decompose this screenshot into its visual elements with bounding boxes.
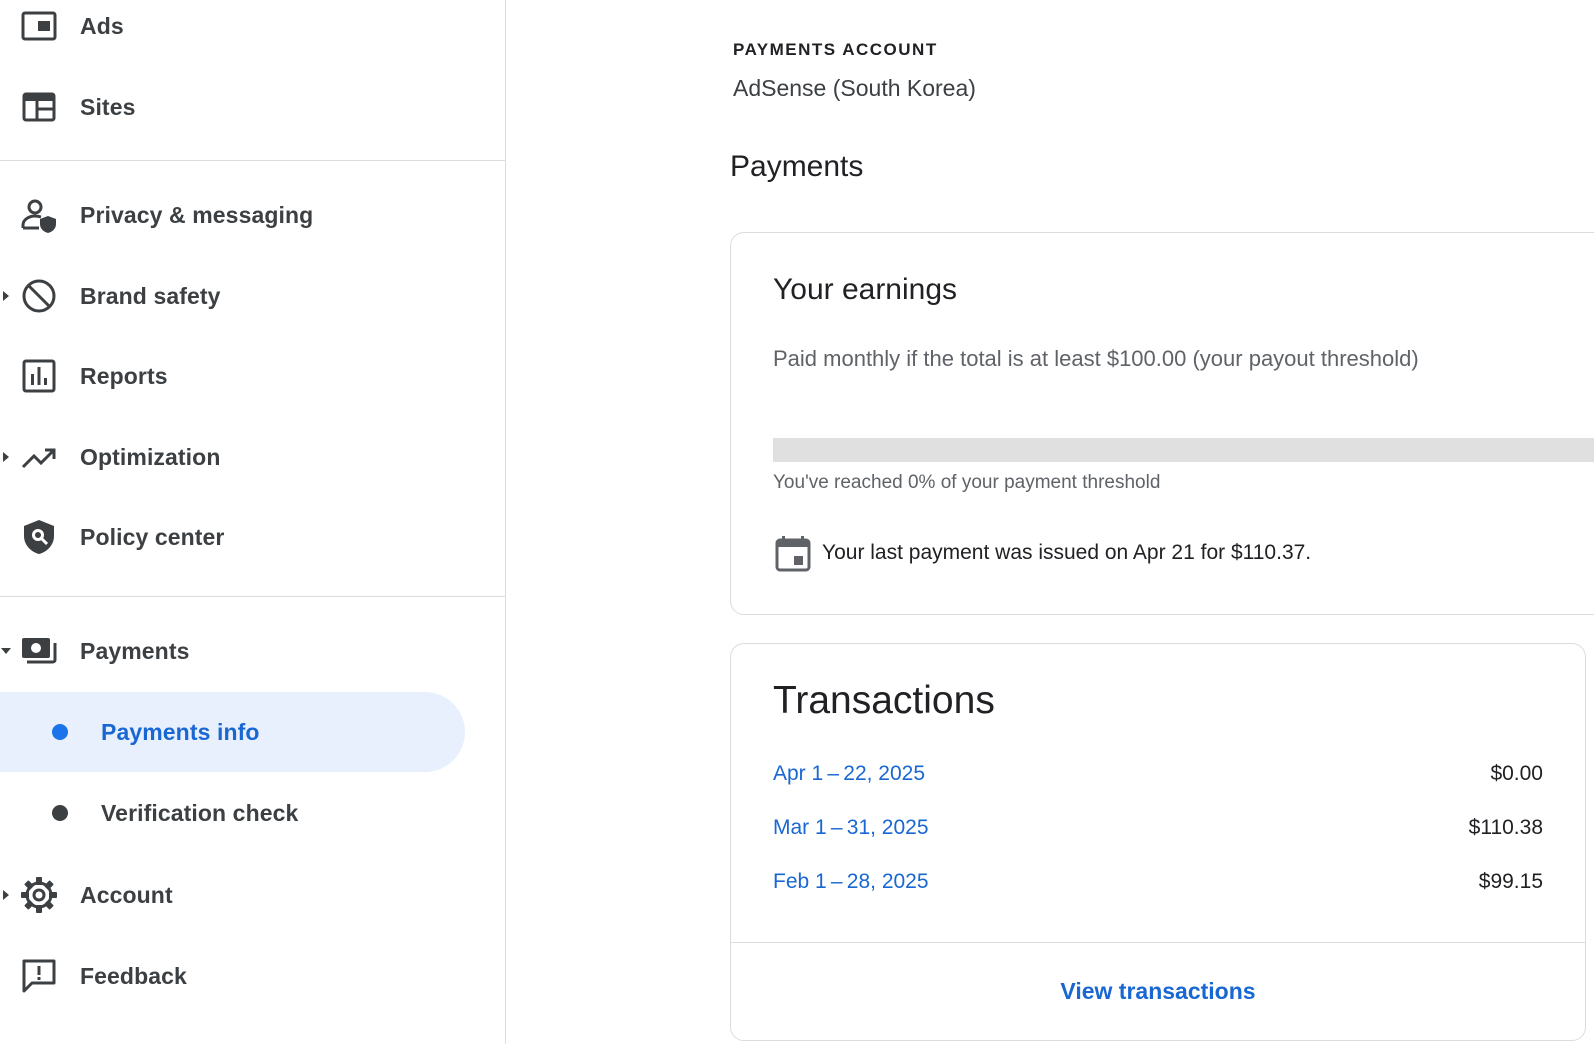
collapse-caret-icon[interactable] [1,648,11,654]
sidebar-item-label: Feedback [80,962,187,989]
payments-account-eyebrow: PAYMENTS ACCOUNT [733,40,938,59]
sidebar-item-feedback[interactable]: Feedback [0,936,465,1016]
expand-caret-icon[interactable] [3,452,9,462]
transaction-period-link[interactable]: Apr 1 – 22, 2025 [773,762,925,786]
calendar-icon [773,533,813,573]
account-name: AdSense (South Korea) [733,75,976,101]
sidebar-item-label: Policy center [80,523,225,550]
sidebar-item-ads[interactable]: Ads [0,0,465,66]
sidebar-item-policy-center[interactable]: Policy center [0,497,465,577]
page-title: Payments [730,150,864,183]
sidebar-item-privacy[interactable]: Privacy & messaging [0,175,465,255]
transactions-title: Transactions [773,679,995,722]
sites-icon [20,88,58,126]
threshold-progress-bar [773,438,1594,462]
bullet-dot-icon [52,805,68,821]
bar-chart-icon [20,357,58,395]
sidebar-item-label: Payments info [101,718,260,745]
transaction-period-link[interactable]: Feb 1 – 28, 2025 [773,870,929,894]
gear-icon [20,876,58,914]
privacy-icon [20,196,58,234]
sidebar-item-reports[interactable]: Reports [0,336,465,416]
earnings-subtitle: Paid monthly if the total is at least $1… [773,346,1419,371]
sidebar-item-label: Sites [80,93,136,120]
shield-search-icon [20,518,58,556]
sidebar-item-label: Account [80,881,173,908]
sidebar-item-label: Reports [80,362,168,389]
sidebar-item-label: Ads [80,12,124,39]
earnings-title: Your earnings [773,273,958,306]
trending-up-icon [20,438,58,476]
sidebar-item-label: Privacy & messaging [80,201,314,228]
sidebar-item-payments[interactable]: Payments [0,611,465,691]
sidebar-item-verification-check[interactable]: Verification check [0,773,465,853]
last-payment-text: Your last payment was issued on Apr 21 f… [822,541,1312,564]
sidebar-divider [0,596,505,597]
transaction-amount: $0.00 [1490,762,1543,785]
sidebar-item-label: Payments [80,637,190,664]
expand-caret-icon[interactable] [3,890,9,900]
progress-caption: You've reached 0% of your payment thresh… [773,472,1161,493]
transaction-period-link[interactable]: Mar 1 – 31, 2025 [773,816,929,840]
sidebar-item-brand-safety[interactable]: Brand safety [0,256,465,336]
sidebar-item-account[interactable]: Account [0,855,465,935]
sidebar-item-optimization[interactable]: Optimization [0,417,465,497]
block-icon [20,277,58,315]
transaction-amount: $110.38 [1468,816,1543,839]
feedback-icon [20,957,58,995]
bullet-dot-icon [52,724,68,740]
table-row: Feb 1 – 28, 2025 $99.15 [773,870,1543,906]
sidebar-item-label: Brand safety [80,282,221,309]
sidebar-item-label: Optimization [80,443,221,470]
sidebar-item-payments-info[interactable]: Payments info [0,692,465,772]
earnings-card: Your earnings Paid monthly if the total … [730,232,1594,615]
sidebar-nav: Ads Sites Privacy & messaging Brand safe… [0,0,506,1044]
sidebar-item-sites[interactable]: Sites [0,67,465,147]
ads-icon [20,7,58,45]
payments-icon [20,632,58,670]
view-transactions-button[interactable]: View transactions [731,943,1585,1040]
table-row: Apr 1 – 22, 2025 $0.00 [773,762,1543,798]
transactions-card: Transactions Apr 1 – 22, 2025 $0.00 Mar … [730,643,1586,1041]
expand-caret-icon[interactable] [3,291,9,301]
transaction-amount: $99.15 [1478,870,1543,893]
sidebar-item-label: Verification check [101,799,299,826]
sidebar-divider [0,160,505,161]
table-row: Mar 1 – 31, 2025 $110.38 [773,816,1543,852]
